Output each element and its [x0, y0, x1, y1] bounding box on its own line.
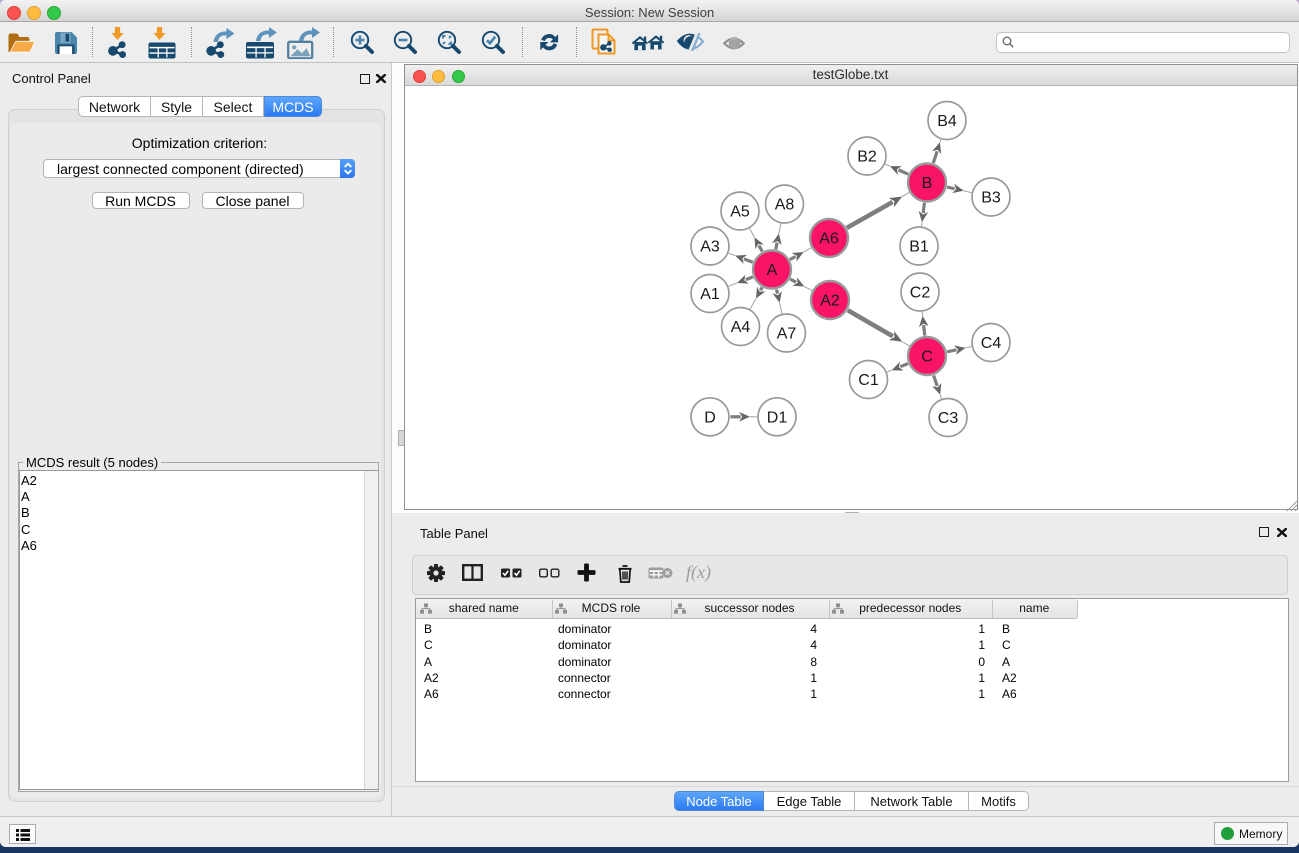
svg-text:C1: C1 [858, 372, 879, 389]
svg-text:B1: B1 [909, 239, 929, 256]
svg-text:A1: A1 [700, 286, 720, 303]
svg-text:B4: B4 [937, 113, 957, 130]
svg-text:A4: A4 [731, 319, 751, 336]
svg-text:D: D [704, 409, 716, 426]
svg-text:C: C [921, 349, 933, 366]
svg-text:A6: A6 [819, 231, 839, 248]
svg-text:A5: A5 [730, 204, 750, 221]
svg-text:A2: A2 [820, 293, 840, 310]
svg-text:C2: C2 [910, 285, 931, 302]
svg-text:A8: A8 [775, 197, 795, 214]
svg-text:A3: A3 [700, 239, 720, 256]
svg-text:A7: A7 [777, 326, 797, 343]
svg-text:B3: B3 [981, 190, 1001, 207]
svg-text:B2: B2 [857, 149, 877, 166]
svg-text:A: A [767, 262, 778, 279]
svg-text:C3: C3 [938, 410, 959, 427]
svg-text:D1: D1 [767, 409, 788, 426]
svg-text:B: B [922, 175, 933, 192]
svg-text:C4: C4 [981, 335, 1002, 352]
